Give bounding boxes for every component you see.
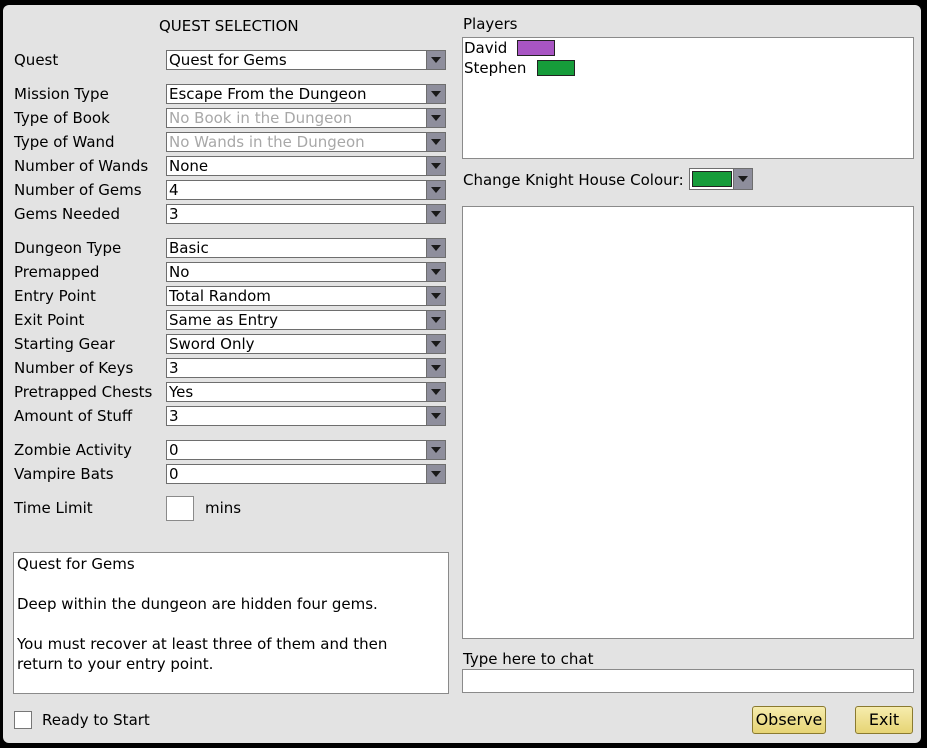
field-dropdown: No Wands in the Dungeon (166, 132, 446, 152)
field-value: Total Random (169, 287, 271, 305)
chat-label: Type here to chat (463, 650, 594, 668)
field-label: Entry Point (14, 287, 96, 305)
chevron-down-icon (426, 287, 445, 305)
chevron-down-icon (426, 263, 445, 281)
time-limit-unit: mins (205, 499, 242, 517)
chevron-down-icon (426, 311, 445, 329)
exit-button[interactable]: Exit (855, 706, 913, 734)
field-label: Gems Needed (14, 205, 120, 223)
field-value: 3 (169, 407, 179, 425)
ready-checkbox[interactable] (14, 711, 32, 729)
field-label: Pretrapped Chests (14, 383, 153, 401)
player-name: Stephen (464, 59, 527, 77)
field-dropdown[interactable]: Sword Only (166, 334, 446, 354)
chat-log (462, 206, 914, 639)
house-colour-label: Change Knight House Colour: (463, 171, 684, 189)
field-value: 3 (169, 205, 179, 223)
observe-button[interactable]: Observe (752, 706, 826, 734)
field-dropdown: No Book in the Dungeon (166, 108, 446, 128)
field-label: Mission Type (14, 85, 109, 103)
field-label: Number of Gems (14, 181, 142, 199)
player-name: David (464, 39, 508, 57)
field-dropdown[interactable]: 3 (166, 406, 446, 426)
field-label: Amount of Stuff (14, 407, 133, 425)
field-value: Basic (169, 239, 209, 257)
description-line: return to your entry point. (17, 655, 214, 673)
description-line: You must recover at least three of them … (17, 635, 388, 653)
players-list: David Stephen (462, 37, 914, 159)
time-limit-input[interactable] (166, 496, 194, 521)
house-colour-select[interactable] (689, 168, 753, 190)
field-label: Number of Wands (14, 157, 149, 175)
field-label: Vampire Bats (14, 465, 114, 483)
field-value: No Book in the Dungeon (169, 109, 353, 127)
chevron-down-icon (426, 157, 445, 175)
field-dropdown[interactable]: 0 (166, 464, 446, 484)
field-label: Exit Point (14, 311, 85, 329)
field-value: No Wands in the Dungeon (169, 133, 365, 151)
field-label: Quest (14, 51, 59, 69)
chevron-down-icon (426, 205, 445, 223)
chevron-down-icon (426, 181, 445, 199)
field-value: Yes (169, 383, 194, 401)
chevron-down-icon (733, 169, 752, 189)
field-value: 3 (169, 359, 179, 377)
field-dropdown[interactable]: 4 (166, 180, 446, 200)
field-value: Escape From the Dungeon (169, 85, 367, 103)
field-dropdown[interactable]: 0 (166, 440, 446, 460)
field-dropdown[interactable]: 3 (166, 358, 446, 378)
chevron-down-icon (426, 359, 445, 377)
field-label: Dungeon Type (14, 239, 122, 257)
chevron-down-icon (426, 407, 445, 425)
player-colour-swatch (537, 60, 575, 76)
field-value: None (169, 157, 209, 175)
chevron-down-icon (426, 465, 445, 483)
field-value: Same as Entry (169, 311, 279, 329)
house-colour-swatch (692, 171, 732, 187)
description-line: Quest for Gems (17, 555, 135, 573)
time-limit-label: Time Limit (14, 499, 93, 517)
ready-label: Ready to Start (42, 711, 150, 729)
field-label: Number of Keys (14, 359, 134, 377)
chevron-down-icon (426, 133, 445, 151)
chevron-down-icon (426, 51, 445, 69)
chevron-down-icon (426, 335, 445, 353)
description-line: Deep within the dungeon are hidden four … (17, 595, 378, 613)
chevron-down-icon (426, 383, 445, 401)
player-colour-swatch (517, 40, 555, 56)
field-label: Type of Wand (14, 133, 115, 151)
field-label: Zombie Activity (14, 441, 132, 459)
field-label: Type of Book (14, 109, 110, 127)
field-value: 0 (169, 441, 179, 459)
field-dropdown[interactable]: No (166, 262, 446, 282)
field-label: Premapped (14, 263, 100, 281)
field-dropdown[interactable]: Yes (166, 382, 446, 402)
chevron-down-icon (426, 441, 445, 459)
chat-input[interactable] (462, 669, 914, 693)
field-dropdown[interactable]: Quest for Gems (166, 50, 446, 70)
field-value: Quest for Gems (169, 51, 287, 69)
field-label: Starting Gear (14, 335, 115, 353)
panel-title: QUEST SELECTION (159, 17, 299, 35)
quest-description: Quest for Gems Deep within the dungeon ar… (13, 552, 449, 694)
chevron-down-icon (426, 239, 445, 257)
players-label: Players (463, 15, 518, 33)
field-dropdown[interactable]: None (166, 156, 446, 176)
chevron-down-icon (426, 85, 445, 103)
field-value: No (169, 263, 190, 281)
field-dropdown[interactable]: Total Random (166, 286, 446, 306)
field-dropdown[interactable]: Escape From the Dungeon (166, 84, 446, 104)
field-value: Sword Only (169, 335, 255, 353)
field-dropdown[interactable]: Same as Entry (166, 310, 446, 330)
field-dropdown[interactable]: 3 (166, 204, 446, 224)
field-dropdown[interactable]: Basic (166, 238, 446, 258)
field-value: 0 (169, 465, 179, 483)
field-value: 4 (169, 181, 179, 199)
chevron-down-icon (426, 109, 445, 127)
